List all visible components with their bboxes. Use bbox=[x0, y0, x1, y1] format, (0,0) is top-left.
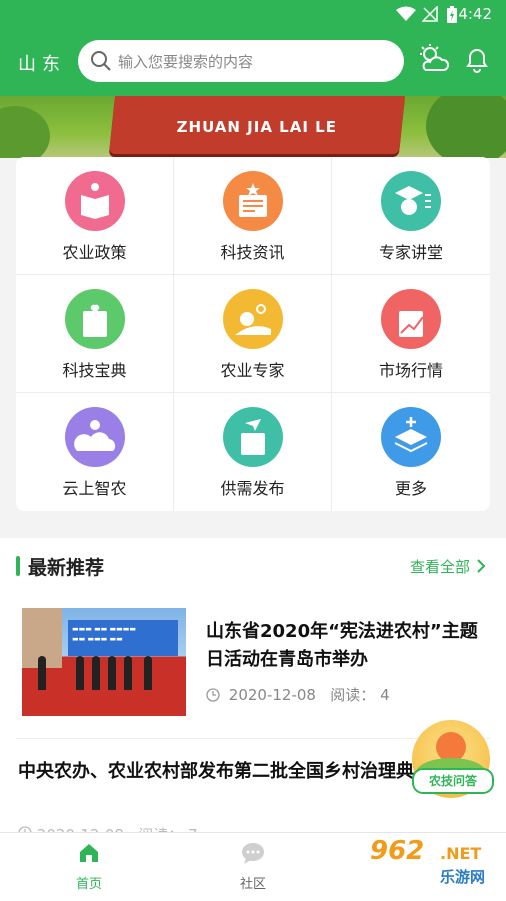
person-figure bbox=[124, 656, 132, 690]
teacher-icon bbox=[381, 171, 441, 231]
article-reads-label: 阅读： bbox=[330, 686, 376, 704]
region-selector[interactable]: 山东 bbox=[18, 50, 66, 76]
tab-community[interactable]: 社区 bbox=[213, 841, 293, 892]
grid-item-label: 科技宝典 bbox=[62, 361, 127, 380]
search-bar[interactable]: 输入您要搜索的内容 bbox=[78, 40, 404, 82]
clock-icon bbox=[206, 688, 220, 702]
grid-item-label: 农业专家 bbox=[220, 361, 285, 380]
function-grid: 农业政策 科技资讯 专家讲堂 科技宝典 农业专家 市场行情 云上智农 供需发布 … bbox=[16, 157, 490, 511]
grid-item-label: 科技资讯 bbox=[220, 243, 285, 262]
search-icon bbox=[91, 51, 111, 71]
farm-qa-label[interactable]: 农技问答 bbox=[412, 768, 494, 794]
book-icon bbox=[64, 171, 125, 231]
news-icon bbox=[222, 171, 283, 231]
article-meta: 2020-12-08 阅读： 4 bbox=[206, 684, 390, 705]
banner-sign: ZHUAN JIA LAI LE bbox=[108, 96, 406, 154]
chart-up-icon bbox=[381, 289, 441, 349]
tab-home[interactable]: 首页 bbox=[49, 841, 129, 892]
tab-label: 社区 bbox=[239, 877, 266, 892]
field-icon bbox=[222, 289, 283, 349]
home-icon bbox=[80, 844, 98, 862]
view-all-link[interactable]: 查看全部 bbox=[410, 556, 487, 577]
section-divider bbox=[0, 528, 506, 538]
grid-item-tech-news[interactable]: 科技资讯 bbox=[174, 157, 332, 275]
send-icon bbox=[222, 407, 283, 467]
handbook-icon bbox=[64, 289, 125, 349]
person-figure bbox=[92, 656, 100, 690]
grid-item-agri-expert[interactable]: 农业专家 bbox=[174, 275, 332, 393]
person-figure bbox=[108, 656, 116, 690]
cloud-icon bbox=[64, 407, 125, 467]
site-watermark: 962 .NET 乐游网 bbox=[368, 832, 500, 892]
grid-item-label: 市场行情 bbox=[378, 361, 443, 380]
section-accent-bar bbox=[16, 556, 20, 576]
event-backdrop: ▬▬▬ ▬▬ ▬▬▬▬ ▬▬ ▬▬▬ ▬▬ bbox=[68, 620, 178, 656]
banner-text: ZHUAN JIA LAI LE bbox=[176, 118, 337, 136]
article-thumbnail[interactable]: ▬▬▬ ▬▬ ▬▬▬▬ ▬▬ ▬▬▬ ▬▬ bbox=[22, 608, 186, 716]
chevron-right-icon bbox=[477, 559, 486, 573]
person-figure bbox=[144, 656, 152, 690]
status-bar: 4:42 bbox=[0, 0, 506, 30]
grid-item-agri-policy[interactable]: 农业政策 bbox=[16, 157, 174, 275]
grid-item-label: 更多 bbox=[394, 479, 427, 498]
view-all-label: 查看全部 bbox=[410, 558, 471, 576]
backdrop-graphic: ▬▬▬ ▬▬ ▬▬▬▬ ▬▬ ▬▬▬ ▬▬ bbox=[72, 625, 136, 643]
battery-icon bbox=[447, 6, 457, 23]
watermark-site-name: 乐游网 bbox=[440, 868, 486, 886]
watermark-domain: .NET bbox=[440, 844, 482, 863]
no-signal-icon bbox=[422, 6, 438, 22]
wifi-icon bbox=[396, 6, 416, 21]
article-reads-count: 4 bbox=[380, 686, 390, 704]
grid-item-cloud-agri[interactable]: 云上智农 bbox=[16, 393, 174, 511]
status-time: 4:42 bbox=[458, 5, 492, 23]
grid-item-label: 农业政策 bbox=[62, 243, 127, 262]
grid-item-label: 专家讲堂 bbox=[378, 243, 443, 262]
grid-item-label: 云上智农 bbox=[62, 479, 127, 498]
article-date: 2020-12-08 bbox=[228, 686, 316, 704]
tab-label: 首页 bbox=[75, 877, 102, 892]
person-figure bbox=[76, 656, 84, 690]
section-title: 最新推荐 bbox=[28, 557, 105, 579]
grid-item-market[interactable]: 市场行情 bbox=[332, 275, 490, 393]
article-title[interactable]: 中央农办、农业农村部发布第二批全国乡村治理典型案例 bbox=[18, 758, 468, 786]
tree-decoration bbox=[0, 106, 50, 158]
bell-icon[interactable] bbox=[462, 44, 492, 74]
layers-icon bbox=[381, 407, 441, 467]
weather-cloud-sun-icon[interactable] bbox=[418, 44, 450, 74]
watermark-number: 962 bbox=[370, 836, 425, 866]
grid-item-supply-demand[interactable]: 供需发布 bbox=[174, 393, 332, 511]
article-title[interactable]: 山东省2020年“宪法进农村”主题日活动在青岛市举办 bbox=[206, 618, 486, 674]
app-header: 山东 输入您要搜索的内容 bbox=[0, 30, 506, 96]
grid-item-more[interactable]: 更多 bbox=[332, 393, 490, 511]
person-figure bbox=[38, 656, 46, 690]
promo-banner[interactable]: ZHUAN JIA LAI LE bbox=[0, 96, 506, 158]
search-input[interactable]: 输入您要搜索的内容 bbox=[118, 51, 253, 72]
tree-decoration bbox=[426, 96, 506, 158]
grid-item-expert-lecture[interactable]: 专家讲堂 bbox=[332, 157, 490, 275]
chat-bubble-icon bbox=[242, 843, 264, 864]
grid-item-label: 供需发布 bbox=[220, 479, 285, 498]
grid-item-tech-handbook[interactable]: 科技宝典 bbox=[16, 275, 174, 393]
